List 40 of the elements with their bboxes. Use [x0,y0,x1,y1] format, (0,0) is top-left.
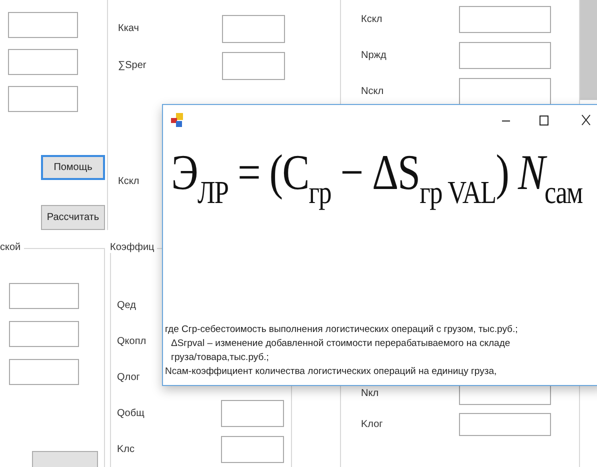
input-field[interactable] [459,413,551,436]
field-label: Kлог [361,419,383,430]
close-icon[interactable] [579,113,593,127]
field-label: Nкл [361,388,379,399]
input-field[interactable] [8,12,78,38]
input-field[interactable] [459,78,551,104]
input-field[interactable] [9,283,79,309]
field-label: Qобщ [117,408,144,418]
input-field[interactable] [9,321,79,347]
action-button[interactable]: Помощь [41,155,105,180]
field-label: Ккач [118,23,139,34]
input-field[interactable] [222,52,285,80]
description-line: Nсам-коэффициент количества логистических операций на единицу груза, [165,365,497,379]
description-line: ΔSгрval – изменение добавленной стоимости перерабатываемого на складе [170,337,510,351]
description-line: где Сгр-себестоимость выполнения логистических операций с грузом, тыс.руб.; [165,323,518,337]
field-label: Nржд [361,50,386,60]
field-label: Qкопл [117,336,146,346]
action-button[interactable]: Рассчитать [41,205,105,230]
input-field[interactable] [221,436,284,462]
formula: Э$_{ЛР}$ = (С$_{гр}$ − ΔS$_{гр VAL}$) N$_{сам}$ [170,143,582,211]
group-legend: ской [0,242,24,253]
field-label: Qлог [117,372,140,382]
group-legend: Коэффиц [107,242,158,253]
field-label: Kлс [117,444,135,454]
field-label: ∑Sper [118,60,146,71]
input-field[interactable] [8,49,78,75]
input-field[interactable] [221,400,284,426]
field-label: Кскл [118,176,140,187]
description-line: груза/товара,тыс.руб.; [170,351,269,365]
input-field[interactable] [8,86,78,112]
input-field[interactable] [459,6,551,32]
field-label: Qед [117,300,136,310]
field-label: Кскл [361,14,382,24]
app-icon [171,113,183,127]
scrollbar[interactable] [580,0,597,100]
maximize-icon[interactable] [537,113,551,127]
input-field[interactable] [9,359,79,385]
field-label: Nскл [361,86,384,96]
input-field[interactable] [459,42,551,68]
input-field[interactable] [222,14,285,42]
